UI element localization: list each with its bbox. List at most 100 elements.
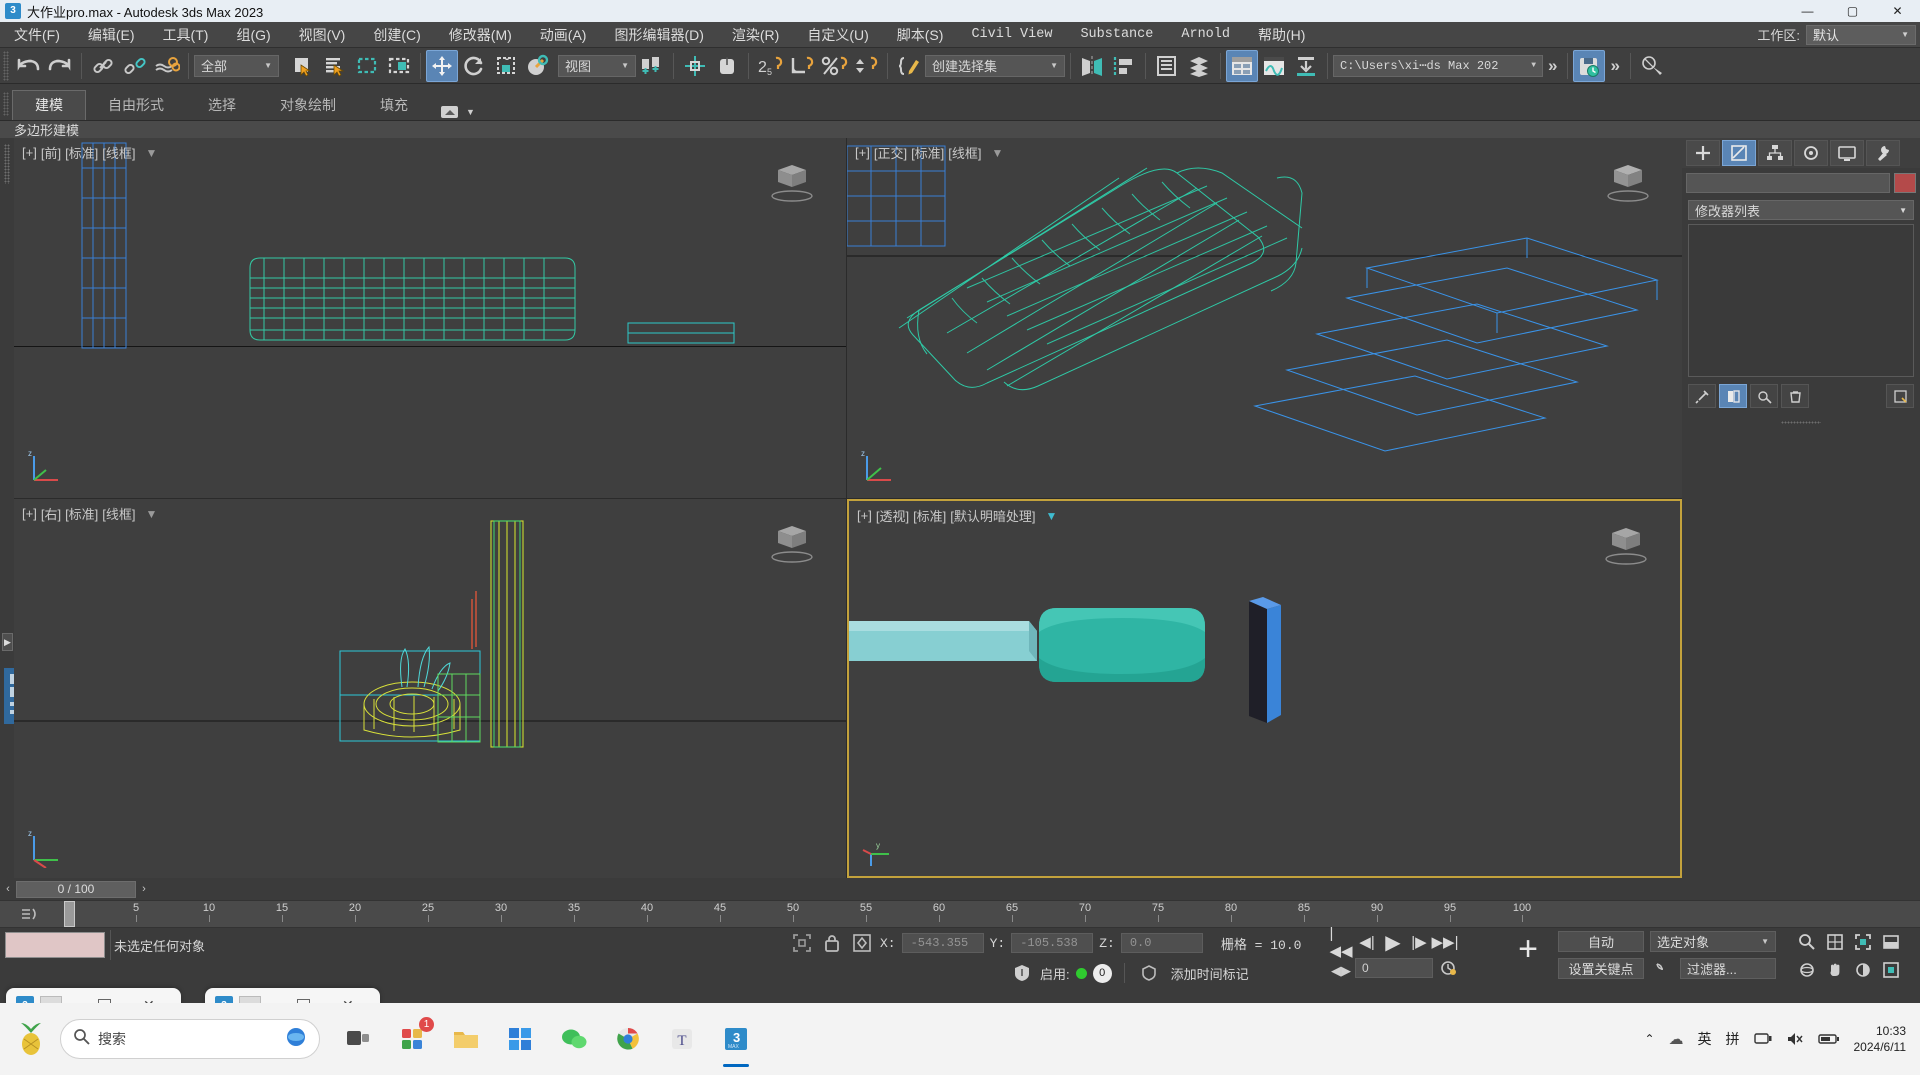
absolute-relative-transform-icon[interactable] (850, 931, 874, 955)
y-coordinate-field[interactable]: -105.538 (1011, 933, 1093, 953)
ribbon-overflow-icon[interactable]: ▼ (430, 104, 485, 120)
use-pivot-point-center-icon[interactable] (636, 50, 668, 82)
toolbar-overflow-chevron-1[interactable]: » (1543, 56, 1562, 76)
display-tab[interactable] (1830, 140, 1864, 166)
selection-lock-icon[interactable] (820, 931, 844, 955)
maximize-button[interactable]: ▢ (1830, 0, 1875, 22)
show-hidden-icons[interactable]: ⌃ (1644, 1032, 1654, 1046)
view-cube-icon[interactable] (762, 162, 818, 212)
viewport-orthographic[interactable]: [+] [正交] [标准] [线框] ▼ z (847, 138, 1682, 498)
viewport-right[interactable]: [+] [右] [标准] [线框] ▼ z (14, 499, 846, 878)
zoom-all-icon[interactable] (1823, 930, 1847, 954)
select-object-icon[interactable] (287, 50, 319, 82)
copilot-icon[interactable] (285, 1026, 307, 1053)
select-and-link-icon[interactable] (87, 50, 119, 82)
selected-object-combo[interactable]: 选定对象 ▼ (1650, 931, 1776, 952)
search-input[interactable]: 搜索 (60, 1019, 320, 1059)
modifier-list-combo[interactable]: 修改器列表 ▼ (1688, 200, 1914, 220)
utilities-tab[interactable] (1866, 140, 1900, 166)
snaps-toggle-icon[interactable]: 25 (754, 50, 786, 82)
autobackup-toggle-icon[interactable] (1573, 50, 1605, 82)
menu-scripting[interactable]: 脚本(S) (883, 22, 958, 48)
ime-mode[interactable]: 拼 (1726, 1029, 1740, 1049)
toolbar-grip[interactable] (3, 51, 9, 81)
named-selection-sets-combo[interactable]: 创建选择集 ▼ (925, 55, 1065, 77)
viewport-ortho-label[interactable]: [+] [正交] [标准] [线框] ▼ (855, 143, 1003, 162)
view-cube-icon[interactable] (762, 523, 818, 573)
z-coordinate-field[interactable]: 0.0 (1121, 933, 1203, 953)
key-count-badge[interactable]: 0 (1093, 964, 1112, 983)
onedrive-icon[interactable]: ☁ (1669, 1030, 1684, 1048)
menu-arnold[interactable]: Arnold (1167, 22, 1244, 48)
spinner-snap-toggle-icon[interactable] (850, 50, 882, 82)
time-slider-playhead[interactable] (64, 901, 75, 927)
time-configuration-icon[interactable] (1437, 958, 1459, 978)
toggle-ribbon-icon[interactable] (1226, 50, 1258, 82)
play-animation-button[interactable]: ▶ (1382, 930, 1404, 954)
chrome-icon[interactable] (608, 1019, 648, 1059)
ribbon-grip[interactable] (3, 92, 9, 116)
viewport-front-label[interactable]: [+] [前] [标准] [线框] ▼ (22, 143, 157, 162)
ribbon-tab-object-paint[interactable]: 对象绘制 (258, 91, 358, 120)
teams-icon[interactable]: T (662, 1019, 702, 1059)
filter-funnel-icon[interactable]: ▼ (146, 146, 158, 160)
align-icon[interactable] (679, 50, 711, 82)
configure-modifier-sets-button[interactable] (1886, 384, 1914, 408)
viewport-front[interactable]: [+] [前] [标准] [线框] ▼ z (14, 138, 846, 498)
unlink-selection-icon[interactable] (119, 50, 151, 82)
pan-hand-icon[interactable] (1823, 958, 1847, 982)
menu-group[interactable]: 组(G) (222, 22, 284, 48)
time-ruler[interactable]: 5 10 15 20 25 30 35 40 45 50 55 60 65 70… (0, 900, 1920, 928)
status-color-swatch[interactable] (5, 932, 105, 958)
curve-editor-icon[interactable] (1258, 50, 1290, 82)
bind-to-space-warp-icon[interactable] (151, 50, 183, 82)
add-keyframe-button[interactable]: + (1508, 929, 1548, 969)
volume-mute-icon[interactable] (1786, 1031, 1804, 1047)
goto-end-button[interactable]: ▶▶| (1434, 930, 1456, 954)
angle-snap-toggle-icon[interactable] (786, 50, 818, 82)
expand-sidebar-button[interactable]: ▶ (2, 633, 13, 651)
viewport-right-label[interactable]: [+] [右] [标准] [线框] ▼ (22, 504, 157, 523)
taskbar-clock[interactable]: 10:33 2024/6/11 (1854, 1023, 1907, 1055)
menu-substance[interactable]: Substance (1066, 22, 1167, 48)
menu-animation[interactable]: 动画(A) (526, 22, 601, 48)
menu-create[interactable]: 创建(C) (359, 22, 434, 48)
edit-named-selection-sets-icon[interactable] (893, 50, 925, 82)
minimize-button[interactable]: — (1785, 0, 1830, 22)
select-and-move-icon[interactable] (426, 50, 458, 82)
menu-views[interactable]: 视图(V) (285, 22, 360, 48)
view-cube-icon[interactable] (1598, 162, 1654, 212)
key-filters-button[interactable]: 过滤器... (1680, 958, 1776, 979)
ribbon-tab-modeling[interactable]: 建模 (12, 90, 86, 120)
remove-modifier-button[interactable] (1781, 384, 1809, 408)
rectangular-selection-region-icon[interactable] (351, 50, 383, 82)
align-tool-icon[interactable] (1108, 50, 1140, 82)
view-cube-icon[interactable] (1596, 525, 1652, 575)
show-end-result-button[interactable] (1719, 384, 1747, 408)
prev-frame-arrow[interactable]: ‹ (0, 880, 16, 898)
zoom-icon[interactable] (1795, 930, 1819, 954)
add-time-tag-label[interactable]: 添加时间标记 (1171, 964, 1249, 983)
viewport-perspective-label[interactable]: [+] [透视] [标准] [默认明暗处理] ▼ (857, 506, 1057, 525)
filter-funnel-icon[interactable]: ▼ (1046, 509, 1058, 523)
modify-tab[interactable] (1722, 140, 1756, 166)
menu-civil-view[interactable]: Civil View (957, 22, 1066, 48)
material-editor-icon[interactable] (1636, 50, 1668, 82)
key-filters-icon[interactable] (1650, 958, 1674, 979)
motion-tab[interactable] (1794, 140, 1828, 166)
next-frame-button[interactable]: |▶ (1408, 930, 1430, 954)
select-and-scale-icon[interactable] (490, 50, 522, 82)
key-toggle-icon[interactable]: ◀▶ (1330, 961, 1352, 981)
set-key-button[interactable]: 设置关键点 (1558, 958, 1644, 979)
menu-help[interactable]: 帮助(H) (1244, 22, 1319, 48)
taskview-icon[interactable] (338, 1019, 378, 1059)
redo-icon[interactable] (44, 50, 76, 82)
make-unique-button[interactable] (1750, 384, 1778, 408)
isolate-selection-icon[interactable] (790, 931, 814, 955)
menu-tools[interactable]: 工具(T) (149, 22, 223, 48)
filter-funnel-icon[interactable]: ▼ (146, 507, 158, 521)
filter-funnel-icon[interactable]: ▼ (992, 146, 1004, 160)
3dsmax-taskbar-icon[interactable]: 3MAX (716, 1019, 756, 1059)
zoom-extents-icon[interactable] (1851, 930, 1875, 954)
menu-file[interactable]: 文件(F) (0, 22, 74, 48)
